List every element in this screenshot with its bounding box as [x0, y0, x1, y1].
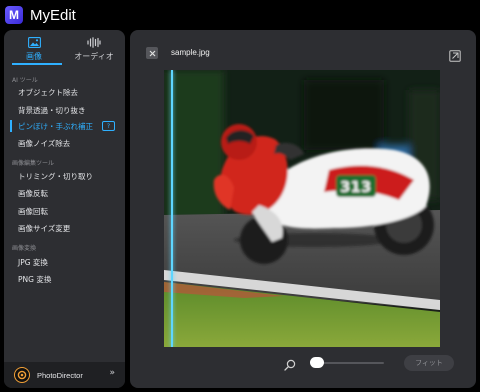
sidebar-item-noise-removal[interactable]: 画像ノイズ除去 — [4, 134, 125, 152]
sidebar-item-label: PNG 変換 — [18, 274, 52, 284]
svg-text:313: 313 — [340, 178, 371, 196]
sidebar-item-label: トリミング・切り取り — [18, 171, 93, 181]
export-button[interactable] — [449, 47, 461, 62]
tab-audio-label: オーディオ — [74, 52, 114, 61]
title-bar: M MyEdit — [0, 0, 480, 30]
tab-image-label: 画像 — [26, 52, 42, 61]
tab-audio[interactable]: オーディオ — [64, 30, 124, 68]
image-icon — [27, 36, 41, 48]
sidebar: 画像 オーディオ AI ツール オブジェクト除去 背景透過・切り抜き ピンぼけ・… — [4, 30, 125, 388]
sidebar-item-label: JPG 変換 — [18, 257, 48, 267]
sidebar-item-object-removal[interactable]: オブジェクト除去 — [4, 83, 125, 101]
fit-button[interactable]: フィット — [404, 355, 454, 371]
export-icon — [449, 50, 461, 62]
sidebar-item-resize[interactable]: 画像サイズ変更 — [4, 219, 125, 237]
photo-motorcycle-rider: 313 — [164, 70, 440, 347]
zoom-icon — [284, 356, 296, 371]
sidebar-item-label: 画像反転 — [18, 188, 48, 198]
sidebar-item-label: 画像サイズ変更 — [18, 223, 71, 233]
sidebar-item-label: ピンぼけ・手ぶれ補正 — [18, 121, 93, 131]
close-icon — [149, 50, 155, 56]
file-name: sample.jpg — [171, 48, 210, 57]
promo-label: PhotoDirector — [37, 370, 83, 380]
help-icon[interactable]: ? — [102, 121, 115, 131]
sidebar-item-deblur[interactable]: ピンぼけ・手ぶれ補正 ? — [4, 117, 125, 135]
sidebar-item-rotate[interactable]: 画像回転 — [4, 202, 125, 220]
double-chevron-right-icon: » — [109, 368, 115, 378]
sidebar-item-png-convert[interactable]: PNG 変換 — [4, 270, 125, 288]
photodirector-logo-icon — [14, 367, 30, 383]
editor-panel: sample.jpg 313 フィット — [130, 30, 476, 388]
active-tab-indicator — [12, 63, 62, 65]
app-title: MyEdit — [30, 6, 76, 24]
sidebar-item-crop[interactable]: トリミング・切り取り — [4, 167, 125, 185]
zoom-slider-thumb[interactable] — [310, 357, 324, 368]
sidebar-item-label: 画像回転 — [18, 206, 48, 216]
section-title-image-edit: 画像編集ツール — [12, 160, 55, 167]
sidebar-item-label: 画像ノイズ除去 — [18, 138, 71, 148]
image-preview[interactable]: 313 — [164, 70, 440, 347]
app-logo-icon: M — [5, 6, 23, 24]
audio-wave-icon — [87, 36, 101, 48]
sidebar-item-label: オブジェクト除去 — [18, 87, 78, 97]
compare-slider-line[interactable] — [171, 70, 173, 347]
sidebar-item-jpg-convert[interactable]: JPG 変換 — [4, 253, 125, 271]
close-button[interactable] — [146, 47, 158, 59]
photodirector-promo[interactable]: PhotoDirector » — [4, 362, 125, 388]
sidebar-item-flip[interactable]: 画像反転 — [4, 184, 125, 202]
section-title-image-convert: 画像変換 — [12, 245, 37, 252]
sidebar-item-label: 背景透過・切り抜き — [18, 105, 86, 115]
